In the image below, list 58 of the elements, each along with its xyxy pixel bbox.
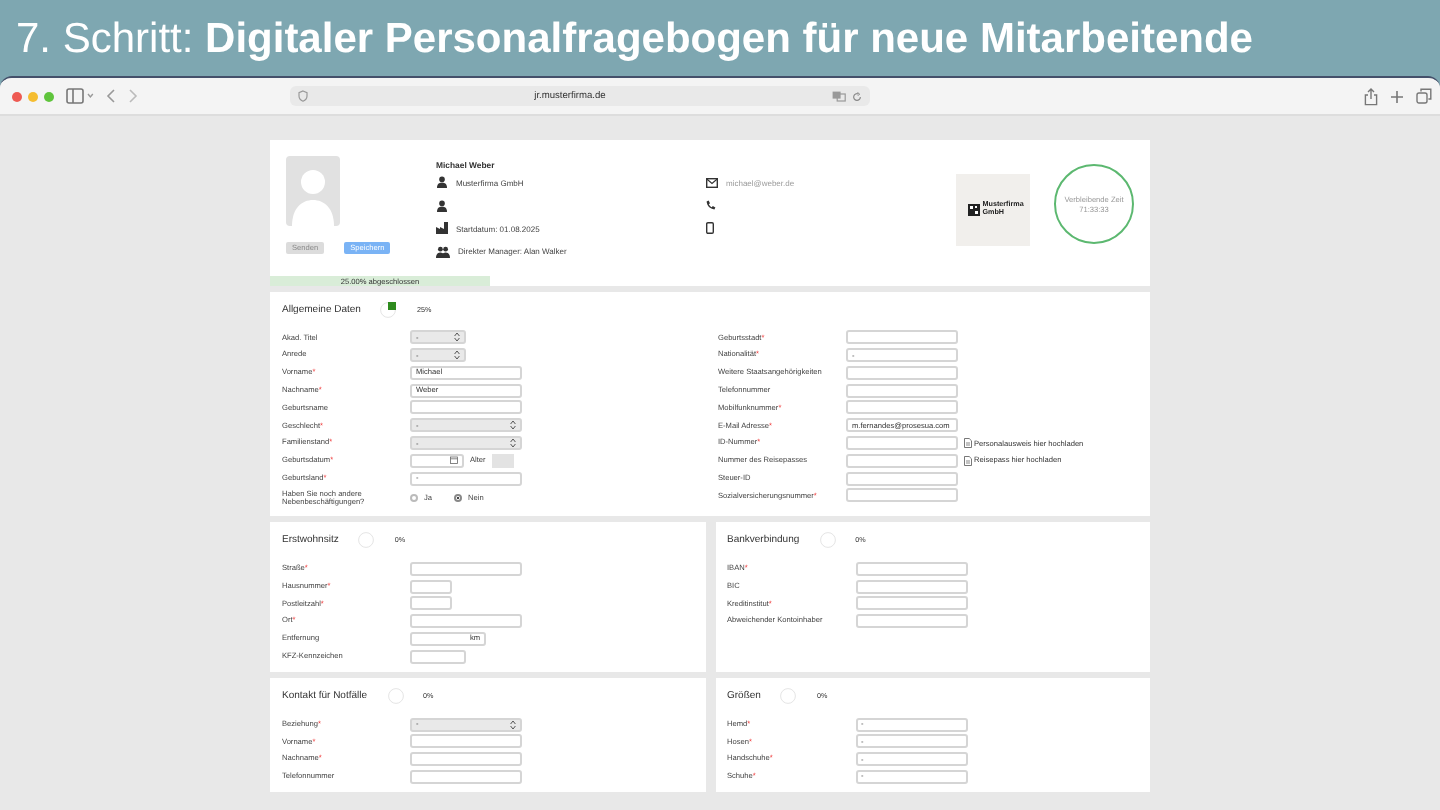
avatar-icon (286, 156, 340, 226)
reload-icon[interactable] (852, 91, 862, 101)
translate-icon[interactable] (832, 90, 846, 102)
input-field[interactable] (410, 769, 522, 784)
sidebar-icon[interactable] (66, 88, 94, 104)
input-field[interactable] (855, 614, 967, 629)
logo-icon (967, 204, 980, 216)
shield-icon (298, 90, 308, 102)
input-field[interactable] (410, 561, 522, 576)
progress-pie (358, 532, 375, 549)
input-field[interactable] (410, 734, 522, 749)
input-field[interactable] (855, 579, 967, 594)
mobile-phone-icon (706, 222, 714, 234)
minimize-button[interactable] (28, 91, 38, 101)
progress-pie (819, 532, 836, 549)
input-field[interactable] (846, 330, 958, 345)
input-field[interactable] (846, 436, 958, 451)
mail-icon (706, 177, 718, 187)
input-field[interactable] (410, 579, 452, 594)
input-field[interactable] (410, 614, 522, 629)
close-button[interactable] (12, 91, 22, 101)
person-icon (436, 199, 448, 211)
share-icon[interactable] (1364, 87, 1378, 105)
input-field[interactable] (855, 561, 967, 576)
input-field[interactable] (410, 752, 522, 767)
tabs-icon[interactable] (1416, 88, 1432, 104)
input-field[interactable] (410, 649, 466, 664)
input-field[interactable] (846, 488, 958, 503)
phone-icon (706, 200, 716, 210)
calendar-icon (450, 456, 458, 465)
input-field[interactable] (410, 400, 522, 415)
document-icon (964, 438, 972, 449)
input-field[interactable] (846, 453, 958, 468)
back-icon[interactable] (106, 88, 116, 104)
input-field[interactable] (410, 596, 452, 611)
factory-icon (436, 222, 448, 234)
updown-icon (510, 420, 516, 431)
progress-pie (780, 688, 797, 705)
document-icon (964, 455, 972, 466)
input-field[interactable] (846, 365, 958, 380)
new-tab-icon[interactable] (1390, 89, 1404, 103)
input-field[interactable] (855, 596, 967, 611)
updown-icon (510, 438, 516, 449)
slide-title: 7. Schritt: Digitaler Personalfragebogen für neue Mitarbeitende (14, 14, 1255, 66)
input-field[interactable] (846, 400, 958, 415)
updown-icon (454, 332, 460, 343)
progress-pie (387, 688, 404, 705)
updown-icon (510, 719, 516, 729)
forward-icon[interactable] (128, 88, 138, 104)
progress-pie (380, 302, 397, 318)
updown-icon (454, 350, 460, 361)
date-field[interactable] (410, 453, 464, 468)
input-field[interactable] (846, 383, 958, 398)
maximize-button[interactable] (44, 91, 54, 101)
age-field (491, 453, 514, 468)
person-icon (436, 176, 448, 188)
people-icon (436, 245, 450, 257)
input-field[interactable] (846, 471, 958, 486)
